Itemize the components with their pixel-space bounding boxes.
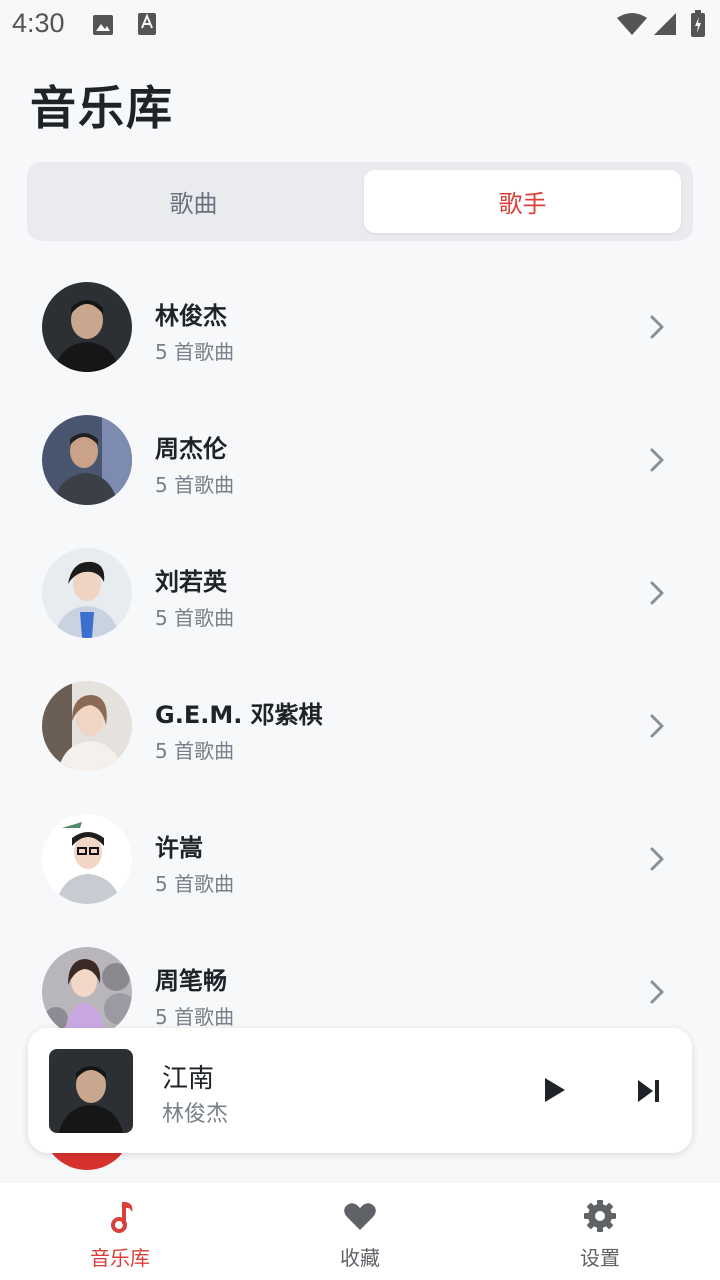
artist-avatar xyxy=(42,814,132,904)
artist-avatar xyxy=(42,947,132,1037)
chevron-right-icon xyxy=(650,714,664,738)
mini-player[interactable]: 江南 林俊杰 xyxy=(28,1028,692,1153)
nav-label-library: 音乐库 xyxy=(90,1246,150,1270)
play-icon[interactable] xyxy=(540,1076,568,1104)
artist-row[interactable]: 刘若英 5 首歌曲 xyxy=(0,526,720,659)
artist-row[interactable]: 林俊杰 5 首歌曲 xyxy=(0,260,720,393)
wifi-icon xyxy=(617,13,647,35)
album-cover xyxy=(49,1049,133,1133)
artist-row[interactable]: 许嵩 5 首歌曲 xyxy=(0,792,720,925)
tab-artists[interactable]: 歌手 xyxy=(364,170,681,233)
nav-label-favorites: 收藏 xyxy=(340,1246,380,1270)
a-text-icon xyxy=(138,13,156,35)
nav-item-library[interactable]: 音乐库 xyxy=(0,1182,240,1280)
nav-item-settings[interactable]: 设置 xyxy=(480,1182,720,1280)
heart-icon xyxy=(344,1203,376,1230)
cellular-icon xyxy=(654,13,676,35)
artist-avatar xyxy=(42,282,132,372)
song-count: 5 首歌曲 xyxy=(155,872,235,896)
song-count: 5 首歌曲 xyxy=(155,473,235,497)
song-count: 5 首歌曲 xyxy=(155,739,235,763)
artist-row[interactable]: G.E.M. 邓紫棋 5 首歌曲 xyxy=(0,659,720,792)
chevron-right-icon xyxy=(650,847,664,871)
gear-icon xyxy=(584,1200,616,1232)
song-count: 5 首歌曲 xyxy=(155,606,235,630)
skip-next-icon[interactable] xyxy=(636,1078,662,1104)
artist-name: 许嵩 xyxy=(155,834,203,862)
status-bar: 4:30 xyxy=(0,0,720,50)
battery-charging-icon xyxy=(691,10,705,37)
artist-name: 周笔畅 xyxy=(155,967,227,995)
artist-avatar xyxy=(42,681,132,771)
artist-row[interactable]: 周杰伦 5 首歌曲 xyxy=(0,393,720,526)
chevron-right-icon xyxy=(650,581,664,605)
artist-name: 刘若英 xyxy=(155,568,227,596)
tab-songs[interactable]: 歌曲 xyxy=(35,170,352,233)
chevron-right-icon xyxy=(650,980,664,1004)
page-title: 音乐库 xyxy=(30,81,174,135)
nav-item-favorites[interactable]: 收藏 xyxy=(240,1182,480,1280)
artist-avatar xyxy=(42,548,132,638)
chevron-right-icon xyxy=(650,315,664,339)
status-time: 4:30 xyxy=(12,8,65,38)
nav-label-settings: 设置 xyxy=(580,1246,620,1270)
music-note-icon xyxy=(111,1202,133,1233)
now-playing-title: 江南 xyxy=(162,1064,215,1094)
segmented-tabs: 歌曲 歌手 xyxy=(27,162,693,241)
song-count: 5 首歌曲 xyxy=(155,1005,235,1029)
artist-avatar xyxy=(42,415,132,505)
music-library-screen: 4:30 音乐库 歌曲 歌手 林俊杰 5 首歌曲 周杰伦 5 首歌曲 刘若英 5… xyxy=(0,0,720,1280)
artist-name: G.E.M. 邓紫棋 xyxy=(155,701,323,729)
now-playing-artist: 林俊杰 xyxy=(162,1102,229,1127)
chevron-right-icon xyxy=(650,448,664,472)
bottom-nav: 音乐库 收藏 设置 xyxy=(0,1181,720,1280)
song-count: 5 首歌曲 xyxy=(155,340,235,364)
artist-name: 周杰伦 xyxy=(155,435,227,463)
artist-name: 林俊杰 xyxy=(155,302,227,330)
image-icon xyxy=(93,15,113,35)
